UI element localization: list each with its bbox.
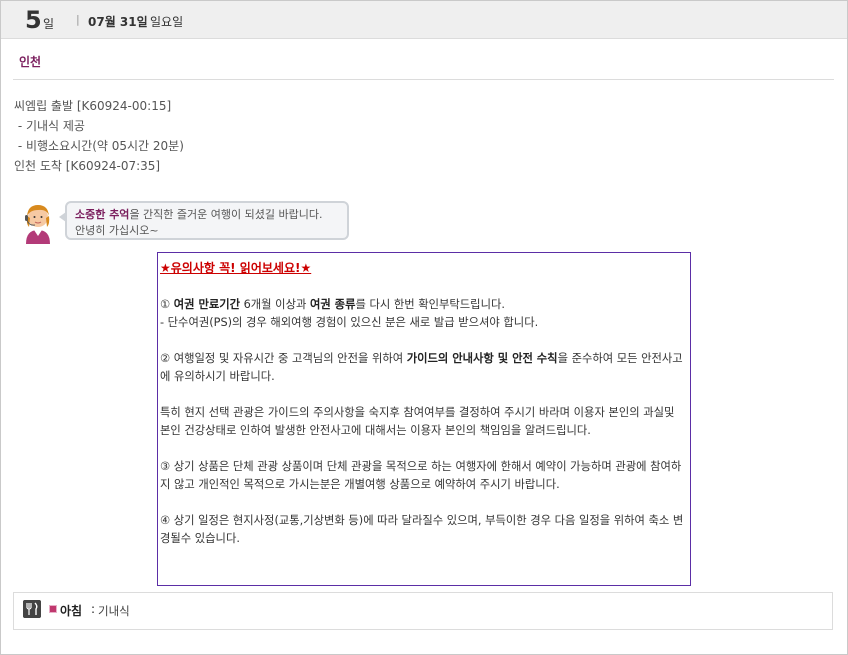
- notice-title: ★유의사항 꼭! 읽어보세요!★: [160, 261, 312, 275]
- notice-p1-bold2: 여권 종류: [309, 298, 356, 311]
- notice-p1-text1: 6개월 이상과: [240, 298, 310, 311]
- meal-label: 아침: [60, 604, 83, 618]
- flight-info: 씨엠립 출발 [K60924-00:15] - 기내식 제공 - 비행소요시간(…: [14, 96, 184, 176]
- divider: [13, 79, 834, 80]
- notice-p2-bold: 가이드의 안내사항 및 안전 수칙: [406, 352, 558, 365]
- day-header: 5 일 | 07월 31일 일요일: [1, 1, 847, 39]
- notice-optional-tour: 특히 현지 선택 관광은 가이드의 주의사항을 숙지후 참여여부를 결정하여 주…: [160, 406, 675, 437]
- farewell-line2: 안녕히 가십시오~: [75, 224, 159, 237]
- farewell-highlight: 소중한 추억: [75, 208, 130, 221]
- fork-knife-icon: [23, 600, 41, 618]
- notice-group-tour: ③ 상기 상품은 단체 관광 상품이며 단체 관광을 목적으로 하는 여행자에 …: [160, 460, 682, 491]
- guide-avatar-icon: [25, 205, 50, 244]
- notice-box: ★유의사항 꼭! 읽어보세요!★ ① 여권 만료기간 6개월 이상과 여권 종류…: [157, 252, 691, 586]
- flight-arrival: 인천 도착 [K60924-07:35]: [14, 159, 161, 173]
- day-date: 07월 31일: [88, 15, 148, 29]
- flight-duration: - 비행소요시간(약 05시간 20분): [14, 139, 184, 153]
- notice-p1-text2: 를 다시 한번 확인부탁드립니다.: [355, 298, 505, 311]
- meal-info: 아침 : 기내식: [13, 592, 833, 630]
- notice-p2-text1: ② 여행일정 및 자유시간 중 고객님의 안전을 위하여: [160, 352, 407, 365]
- city-name: 인천: [19, 55, 42, 69]
- meal-bullet: [49, 605, 57, 613]
- meal-value: 기내식: [98, 604, 130, 618]
- farewell-text: 소중한 추억을 간직한 즐거운 여행이 되셨길 바랍니다. 안녕히 가십시오~: [75, 207, 322, 239]
- day-number: 5: [25, 6, 42, 34]
- notice-safety: ② 여행일정 및 자유시간 중 고객님의 안전을 위하여 가이드의 안내사항 및…: [160, 350, 688, 386]
- day-weekday: 일요일: [150, 15, 184, 29]
- notice-p1-num: ①: [160, 298, 174, 311]
- notice-passport: ① 여권 만료기간 6개월 이상과 여권 종류를 다시 한번 확인부탁드립니다.…: [160, 296, 688, 332]
- farewell-line1: 을 간직한 즐거운 여행이 되셨길 바랍니다.: [129, 208, 323, 221]
- day-unit: 일: [43, 17, 55, 31]
- notice-schedule-change: ④ 상기 일정은 현지사정(교통,기상변화 등)에 따라 달라질수 있으며, 부…: [160, 514, 684, 545]
- meal-colon: :: [91, 602, 96, 616]
- header-separator: |: [76, 13, 80, 26]
- flight-departure: 씨엠립 출발 [K60924-00:15]: [14, 99, 172, 113]
- notice-p1-line2: - 단수여권(PS)의 경우 해외여행 경험이 있으신 분은 새로 발급 받으셔…: [160, 316, 539, 329]
- farewell-bubble: 소중한 추억을 간직한 즐거운 여행이 되셨길 바랍니다. 안녕히 가십시오~: [65, 201, 349, 240]
- notice-p1-bold1: 여권 만료기간: [173, 298, 241, 311]
- flight-meal-note: - 기내식 제공: [14, 119, 85, 133]
